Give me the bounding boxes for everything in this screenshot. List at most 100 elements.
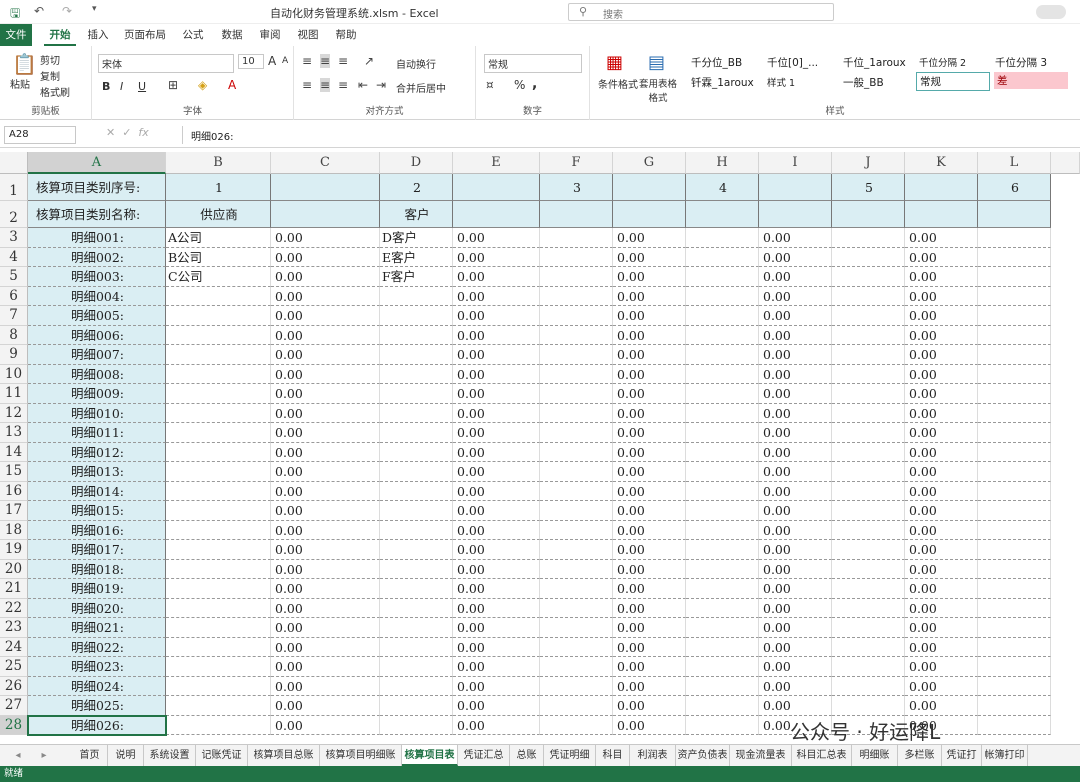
grid-cell[interactable] bbox=[380, 657, 453, 677]
grid-cell[interactable]: 0.00 bbox=[613, 559, 686, 579]
grid-cell[interactable] bbox=[380, 676, 453, 696]
grid-cell[interactable] bbox=[380, 598, 453, 618]
grid-cell[interactable]: 0.00 bbox=[759, 579, 832, 599]
row-header[interactable]: 18 bbox=[0, 520, 28, 540]
grid-cell[interactable]: 0.00 bbox=[271, 325, 380, 345]
grid-cell[interactable] bbox=[832, 462, 905, 482]
sheet-nav-next-icon[interactable]: ▸ bbox=[36, 745, 52, 766]
grid-cell[interactable]: 0.00 bbox=[271, 657, 380, 677]
tab-review[interactable]: 审阅 bbox=[254, 24, 286, 46]
style-item[interactable]: 千分位_BB bbox=[688, 54, 745, 71]
grid-cell[interactable] bbox=[832, 696, 905, 716]
grid-cell[interactable]: 0.00 bbox=[453, 384, 540, 404]
sheet-tab[interactable]: 凭证汇总 bbox=[458, 745, 510, 766]
row-header[interactable]: 26 bbox=[0, 676, 28, 696]
grid-cell[interactable] bbox=[380, 306, 453, 326]
grid-cell[interactable]: 0.00 bbox=[613, 306, 686, 326]
grid-cell[interactable]: 明细008: bbox=[28, 364, 166, 384]
sheet-tab[interactable]: 资产负债表 bbox=[676, 745, 730, 766]
align-center-icon[interactable]: ≡ bbox=[320, 78, 331, 92]
percent-button[interactable]: % bbox=[514, 78, 525, 92]
grid-cell[interactable]: 0.00 bbox=[759, 384, 832, 404]
grid-cell[interactable]: 明细001: bbox=[28, 228, 166, 248]
grid-cell[interactable]: 0.00 bbox=[905, 267, 978, 287]
grid-cell[interactable] bbox=[166, 286, 271, 306]
row-header[interactable]: 6 bbox=[0, 286, 28, 306]
row-header[interactable]: 21 bbox=[0, 579, 28, 599]
column-header[interactable]: H bbox=[686, 152, 759, 174]
grid-cell[interactable] bbox=[978, 579, 1051, 599]
grid-cell[interactable] bbox=[832, 286, 905, 306]
grid-cell[interactable]: 0.00 bbox=[613, 481, 686, 501]
font-color-icon[interactable]: A bbox=[228, 78, 236, 92]
merge-center-button[interactable]: 合并后居中 bbox=[396, 80, 446, 95]
grid-cell[interactable]: 0.00 bbox=[613, 579, 686, 599]
tab-data[interactable]: 数据 bbox=[216, 24, 248, 46]
indent-increase-icon[interactable]: ⇥ bbox=[376, 78, 386, 92]
grid-cell[interactable] bbox=[978, 598, 1051, 618]
column-header[interactable]: F bbox=[540, 152, 613, 174]
grid-cell[interactable] bbox=[832, 201, 905, 228]
style-item-bad[interactable]: 差 bbox=[994, 72, 1068, 89]
row-header[interactable]: 23 bbox=[0, 618, 28, 638]
grid-cell[interactable] bbox=[832, 306, 905, 326]
grid-cell[interactable] bbox=[832, 384, 905, 404]
column-header[interactable]: G bbox=[613, 152, 686, 174]
paste-icon[interactable]: 📋 bbox=[12, 52, 37, 76]
style-item[interactable]: 一般_BB bbox=[840, 74, 887, 91]
column-header[interactable]: K bbox=[905, 152, 978, 174]
grid-cell[interactable]: 0.00 bbox=[759, 676, 832, 696]
grid-cell[interactable] bbox=[978, 286, 1051, 306]
grid-cell[interactable]: 0.00 bbox=[905, 345, 978, 365]
grid-cell[interactable] bbox=[832, 423, 905, 443]
grid-cell[interactable]: 0.00 bbox=[905, 325, 978, 345]
grid-cell[interactable] bbox=[686, 345, 759, 365]
grid-cell[interactable]: 明细003: bbox=[28, 267, 166, 287]
grid-cell[interactable] bbox=[832, 481, 905, 501]
grid-cell[interactable]: 0.00 bbox=[271, 715, 380, 735]
grid-cell[interactable] bbox=[686, 481, 759, 501]
grid-cell[interactable]: 明细023: bbox=[28, 657, 166, 677]
grid-cell[interactable]: 0.00 bbox=[271, 384, 380, 404]
row-header[interactable]: 28 bbox=[0, 715, 28, 735]
grid-cell[interactable] bbox=[686, 657, 759, 677]
grid-cell[interactable]: 0.00 bbox=[271, 423, 380, 443]
grid-cell[interactable]: 0.00 bbox=[453, 637, 540, 657]
grid-cell[interactable]: 0.00 bbox=[271, 267, 380, 287]
grid-cell[interactable] bbox=[759, 201, 832, 228]
grid-cell[interactable] bbox=[540, 540, 613, 560]
sheet-tab[interactable]: 现金流量表 bbox=[730, 745, 792, 766]
grid-cell[interactable]: 0.00 bbox=[759, 559, 832, 579]
grid-cell[interactable]: 明细025: bbox=[28, 696, 166, 716]
grid-cell[interactable]: 0.00 bbox=[271, 637, 380, 657]
style-item-normal[interactable]: 常规 bbox=[916, 72, 990, 91]
grid-cell[interactable] bbox=[832, 501, 905, 521]
grid-cell[interactable]: 0.00 bbox=[271, 403, 380, 423]
grid-cell[interactable] bbox=[686, 247, 759, 267]
grid-cell[interactable] bbox=[832, 325, 905, 345]
grid-cell[interactable]: 0.00 bbox=[453, 228, 540, 248]
grid-cell[interactable]: 0.00 bbox=[453, 501, 540, 521]
grid-cell[interactable] bbox=[686, 696, 759, 716]
grid-cell[interactable]: 0.00 bbox=[759, 286, 832, 306]
grid-cell[interactable] bbox=[978, 267, 1051, 287]
underline-button[interactable]: U bbox=[138, 80, 146, 93]
grid-cell[interactable]: 0.00 bbox=[905, 579, 978, 599]
grid-cell[interactable]: 4 bbox=[686, 174, 759, 201]
grid-cell[interactable]: D客户 bbox=[380, 228, 453, 248]
grid-cell[interactable] bbox=[686, 228, 759, 248]
currency-icon[interactable]: ¤ bbox=[486, 78, 494, 92]
grid-cell[interactable]: E客户 bbox=[380, 247, 453, 267]
tab-formulas[interactable]: 公式 bbox=[176, 24, 210, 46]
row-header[interactable]: 10 bbox=[0, 364, 28, 384]
grow-font-button[interactable]: A bbox=[268, 54, 276, 68]
row-header[interactable]: 22 bbox=[0, 598, 28, 618]
italic-button[interactable]: I bbox=[120, 80, 123, 93]
grid-cell[interactable] bbox=[540, 715, 613, 735]
grid-cell[interactable] bbox=[380, 345, 453, 365]
grid-cell[interactable]: 0.00 bbox=[759, 637, 832, 657]
grid-cell[interactable]: 0.00 bbox=[613, 520, 686, 540]
grid-cell[interactable] bbox=[540, 579, 613, 599]
grid-cell[interactable]: 0.00 bbox=[905, 559, 978, 579]
sheet-tab[interactable]: 系统设置 bbox=[144, 745, 196, 766]
